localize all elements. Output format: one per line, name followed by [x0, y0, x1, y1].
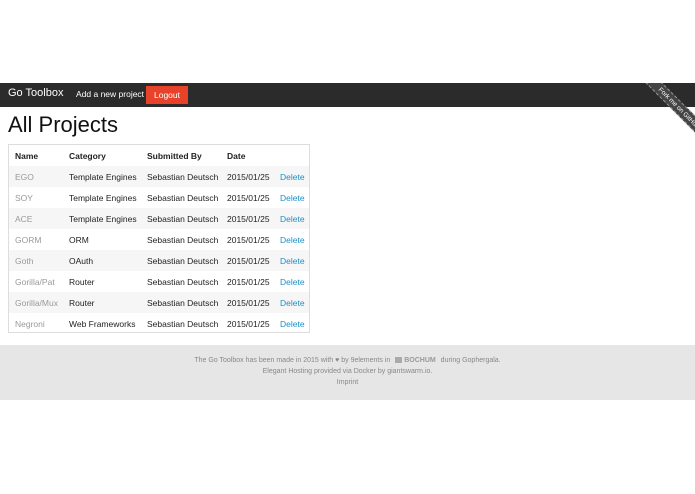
project-submitter: Sebastian Deutsch — [147, 172, 219, 182]
project-date: 2015/01/25 — [227, 319, 270, 329]
project-name-link[interactable]: ACE — [15, 214, 32, 224]
brand-link[interactable]: Go Toolbox — [8, 87, 63, 99]
footer-made-by-link[interactable]: 9elements — [351, 357, 383, 364]
delete-link[interactable]: Delete — [280, 298, 305, 308]
project-submitter: Sebastian Deutsch — [147, 298, 219, 308]
table-row: ACE Template Engines Sebastian Deutsch 2… — [9, 208, 309, 229]
footer-in-text: in — [384, 357, 391, 364]
project-date: 2015/01/25 — [227, 298, 270, 308]
project-category: Template Engines — [69, 172, 137, 182]
table-header-row: Name Category Submitted By Date — [9, 145, 309, 166]
table-row: EGO Template Engines Sebastian Deutsch 2… — [9, 166, 309, 187]
footer-made-text: The Go Toolbox has been made in 2015 wit… — [194, 357, 349, 364]
page-title: All Projects — [8, 112, 119, 137]
project-submitter: Sebastian Deutsch — [147, 277, 219, 287]
footer-credits-line: The Go Toolbox has been made in 2015 wit… — [0, 357, 695, 364]
logout-button[interactable]: Logout — [146, 86, 188, 104]
add-project-link[interactable]: Add a new project — [76, 89, 144, 99]
project-submitter: Sebastian Deutsch — [147, 235, 219, 245]
project-name-link[interactable]: SOY — [15, 193, 33, 203]
delete-link[interactable]: Delete — [280, 277, 305, 287]
project-name-link[interactable]: EGO — [15, 172, 34, 182]
project-name-link[interactable]: Gorilla/Pat — [15, 277, 55, 287]
project-date: 2015/01/25 — [227, 193, 270, 203]
project-submitter: Sebastian Deutsch — [147, 193, 219, 203]
top-navbar: Go Toolbox Add a new project Logout — [0, 83, 695, 107]
bochum-logo-icon — [395, 357, 403, 364]
imprint-link[interactable]: Imprint — [337, 379, 358, 386]
table-row: Negroni Web Frameworks Sebastian Deutsch… — [9, 313, 309, 334]
project-category: Web Frameworks — [69, 319, 136, 329]
delete-link[interactable]: Delete — [280, 235, 305, 245]
delete-link[interactable]: Delete — [280, 319, 305, 329]
project-category: Template Engines — [69, 193, 137, 203]
table-row: Gorilla/Pat Router Sebastian Deutsch 201… — [9, 271, 309, 292]
project-date: 2015/01/25 — [227, 214, 270, 224]
project-submitter: Sebastian Deutsch — [147, 319, 219, 329]
delete-link[interactable]: Delete — [280, 193, 305, 203]
delete-link[interactable]: Delete — [280, 214, 305, 224]
project-date: 2015/01/25 — [227, 277, 270, 287]
footer-by-text: by — [377, 368, 386, 375]
delete-link[interactable]: Delete — [280, 256, 305, 266]
project-category: Router — [69, 277, 95, 287]
table-row: Goth OAuth Sebastian Deutsch 2015/01/25 … — [9, 250, 309, 271]
table-row: GORM ORM Sebastian Deutsch 2015/01/25 De… — [9, 229, 309, 250]
project-name-link[interactable]: Gorilla/Mux — [15, 298, 58, 308]
delete-link[interactable]: Delete — [280, 172, 305, 182]
github-ribbon-label[interactable]: Fork me on GitHub — [637, 83, 695, 150]
project-name-link[interactable]: GORM — [15, 235, 41, 245]
project-date: 2015/01/25 — [227, 172, 270, 182]
project-submitter: Sebastian Deutsch — [147, 256, 219, 266]
project-category: ORM — [69, 235, 89, 245]
header-submitted-by: Submitted By — [147, 151, 202, 161]
project-name-link[interactable]: Goth — [15, 256, 33, 266]
footer-docker-link[interactable]: Docker — [354, 368, 376, 375]
header-category: Category — [69, 151, 106, 161]
project-category: Template Engines — [69, 214, 137, 224]
project-submitter: Sebastian Deutsch — [147, 214, 219, 224]
project-category: Router — [69, 298, 95, 308]
header-name: Name — [15, 151, 39, 161]
footer-host-link[interactable]: giantswarm.io. — [387, 368, 432, 375]
bochum-logo[interactable]: BOCHUM — [395, 357, 436, 364]
github-ribbon[interactable]: Fork me on GitHub — [615, 83, 695, 163]
header-date: Date — [227, 151, 246, 161]
page-footer: The Go Toolbox has been made in 2015 wit… — [0, 345, 695, 400]
bochum-logo-text: BOCHUM — [404, 357, 436, 364]
project-name-link[interactable]: Negroni — [15, 319, 45, 329]
project-category: OAuth — [69, 256, 94, 266]
footer-during-text: during — [440, 357, 461, 364]
footer-imprint-line: Imprint — [0, 379, 695, 386]
projects-table: Name Category Submitted By Date EGO Temp… — [8, 144, 310, 333]
table-row: SOY Template Engines Sebastian Deutsch 2… — [9, 187, 309, 208]
footer-hosting-text: Elegant Hosting provided via — [262, 368, 352, 375]
footer-hosting-line: Elegant Hosting provided via Docker by g… — [0, 368, 695, 375]
footer-event-link[interactable]: Gophergala. — [462, 357, 501, 364]
project-date: 2015/01/25 — [227, 235, 270, 245]
project-date: 2015/01/25 — [227, 256, 270, 266]
table-row: Gorilla/Mux Router Sebastian Deutsch 201… — [9, 292, 309, 313]
